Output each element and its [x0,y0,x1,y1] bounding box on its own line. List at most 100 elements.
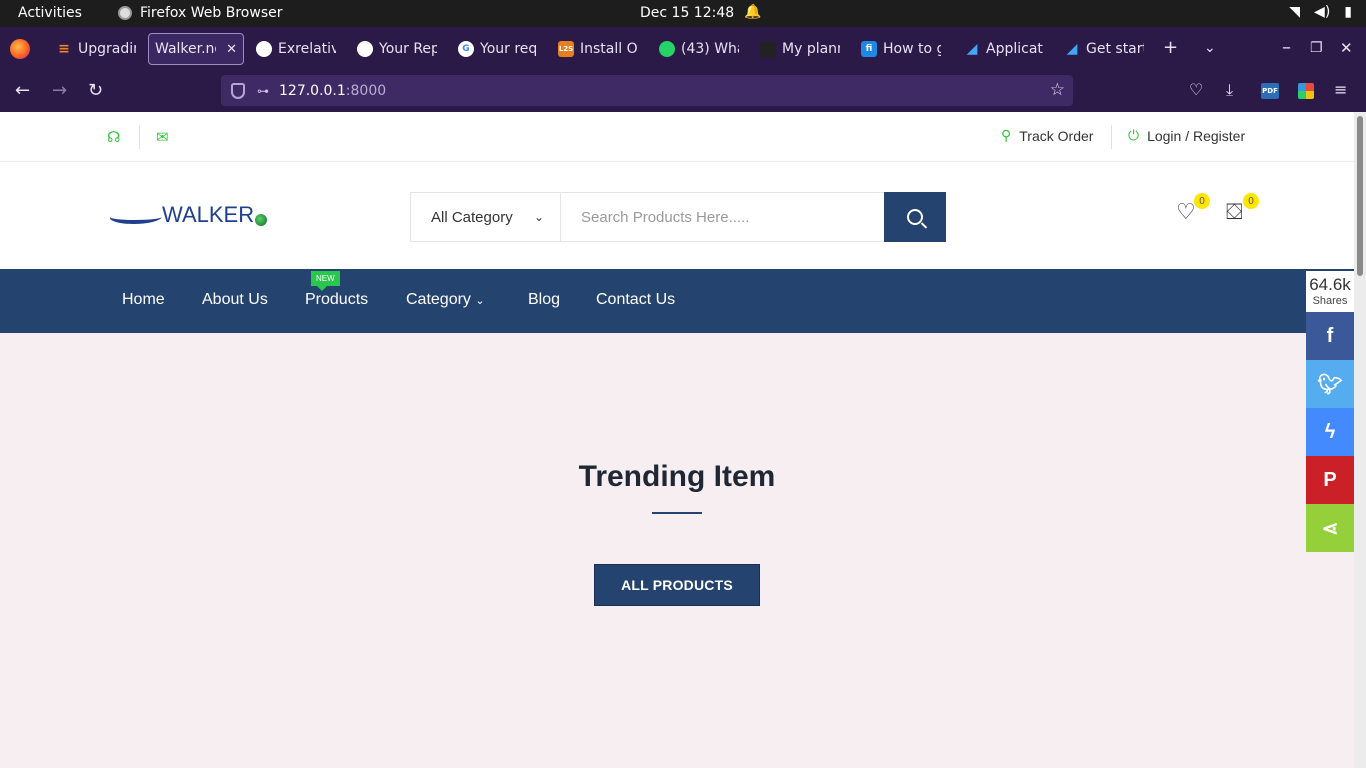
new-tab-icon[interactable]: + [1163,37,1178,58]
menu-contact-us[interactable]: Contact Us [596,291,675,309]
twitter-icon: 🐦︎ [1317,373,1343,396]
menu-about-us[interactable]: About Us [202,291,268,309]
firefox-menu-icon[interactable] [10,39,30,59]
headset-icon[interactable]: ☊ [107,128,120,146]
tab-whatsapp[interactable]: (43) Wha [653,33,745,65]
activities-button[interactable]: Activities [18,5,82,21]
wifi-icon: ◥ [1289,4,1301,20]
divider [139,125,140,149]
search-icon [907,209,923,225]
location-pin-icon: ⚲ [1001,127,1012,143]
tab-install[interactable]: L2S Install Of [552,33,644,65]
sharethis-share-button[interactable]: ⋖ [1306,504,1354,552]
pinterest-share-button[interactable]: P [1306,456,1354,504]
tab-get-started[interactable]: ◢ Get start [1058,33,1150,65]
pinterest-icon: P [1323,468,1337,491]
tab-list-chevron-icon[interactable]: ⌄ [1204,40,1216,56]
close-tab-icon[interactable]: ✕ [226,42,237,57]
page-scrollbar[interactable] [1354,112,1366,768]
tab-my-planner[interactable]: My plann [754,33,846,65]
tab-upgrading[interactable]: ≡ Upgradin [50,33,142,65]
navigation-bar: ← → ↻ ⊶ 127.0.0.1 :8000 ☆ ♡ ⤓ ≡ [0,71,1366,201]
app-indicator[interactable]: Firefox Web Browser [118,5,283,21]
menu-products[interactable]: Products [305,291,368,309]
minimize-icon[interactable]: – [1282,37,1291,58]
share-count: 64.6k Shares [1306,271,1354,312]
reload-icon[interactable]: ↻ [88,80,103,101]
maximize-icon[interactable]: ❐ [1310,40,1323,56]
wishlist-heart-icon[interactable]: ♡ [1176,200,1196,225]
top-info-bar: ☊ ✉ ⚲ Track Order ⏻ Login / Register [0,112,1354,162]
messenger-share-button[interactable]: ϟ [1306,408,1354,456]
close-window-icon[interactable]: ✕ [1340,39,1353,57]
back-icon[interactable]: ← [15,80,30,101]
tab-walker[interactable]: Walker.ng ✕ [148,33,244,65]
clock[interactable]: Dec 15 12:48 [640,5,734,21]
pdf-extension-icon[interactable]: PDF [1261,83,1279,99]
menu-home[interactable]: Home [122,291,165,309]
planner-icon [760,41,776,57]
facebook-icon: f [1326,324,1334,347]
logo-swoosh-icon [110,204,162,226]
os-top-bar: Activities Firefox Web Browser Dec 15 12… [0,0,1366,27]
facebook-share-button[interactable]: f [1306,312,1354,360]
tab-your-req[interactable]: G Your req [452,33,544,65]
tab-bar: ≡ Upgradin Walker.ng ✕ Exrelativ Your Re… [0,27,1366,71]
downloads-icon[interactable]: ⤓ [1226,80,1233,100]
flutter-icon: ◢ [966,41,978,57]
forward-icon[interactable]: → [52,80,67,101]
menu-category[interactable]: Category ⌄ [406,291,485,309]
divider [1111,125,1112,149]
extension-icon[interactable] [1298,83,1314,99]
share-icon: ⋖ [1321,517,1339,540]
url-host: 127.0.0.1 [279,82,346,99]
track-order-link[interactable]: ⚲ Track Order [1001,127,1093,144]
category-select[interactable]: All Category ⌄ [411,193,561,241]
twitter-share-button[interactable]: 🐦︎ [1306,360,1354,408]
main-menu: Home About Us NEW Products Category ⌄ Bl… [0,269,1354,333]
search-button[interactable] [884,192,946,242]
whatsapp-icon [659,41,675,57]
firefox-app-icon [118,6,132,20]
google-icon: G [458,41,474,57]
system-tray[interactable]: ◥ ◀) ▮ [1289,4,1352,20]
github-icon [357,41,373,57]
search-input[interactable] [561,193,884,241]
site-logo[interactable]: WALKER [110,202,268,228]
fi-icon: fi [861,41,877,57]
chevron-down-icon: ⌄ [533,210,544,224]
tab-your-rep[interactable]: Your Rep [351,33,443,65]
battery-icon: ▮ [1344,4,1352,20]
volume-icon: ◀) [1314,4,1331,20]
menu-blog[interactable]: Blog [528,291,560,309]
url-port: :8000 [345,82,387,99]
tab-how-to[interactable]: fi How to g [855,33,947,65]
app-name: Firefox Web Browser [140,5,283,21]
wishlist-count-badge: 0 [1194,193,1210,209]
shield-icon[interactable] [231,82,245,99]
power-icon: ⏻ [1128,127,1140,143]
share-sidebar: 64.6k Shares f 🐦︎ ϟ P ⋖ [1306,271,1354,552]
tab-application[interactable]: ◢ Applicati [958,33,1050,65]
mail-icon[interactable]: ✉ [156,128,169,146]
cart-bag-icon[interactable]: ⛋ [1226,200,1243,225]
github-icon [256,41,272,57]
all-products-button[interactable]: ALL PRODUCTS [594,564,760,606]
stackoverflow-icon: ≡ [58,41,70,57]
pocket-icon[interactable]: ♡ [1189,80,1203,99]
bookmark-star-icon[interactable]: ☆ [1050,80,1065,100]
new-badge: NEW [311,271,340,291]
cart-count-badge: 0 [1243,193,1259,209]
login-register-link[interactable]: ⏻ Login / Register [1128,127,1245,144]
tab-exrelativ[interactable]: Exrelativ [250,33,342,65]
title-underline [652,512,702,514]
scrollbar-thumb[interactable] [1357,116,1363,276]
menu-icon[interactable]: ≡ [1334,80,1347,99]
web-page: ☊ ✉ ⚲ Track Order ⏻ Login / Register WAL… [0,112,1354,768]
permissions-icon[interactable]: ⊶ [257,84,269,98]
chevron-down-icon: ⌄ [475,295,485,307]
site-header: WALKER All Category ⌄ ♡ 0 ⛋ 0 [0,162,1354,269]
url-bar[interactable]: ⊶ 127.0.0.1 :8000 ☆ [221,75,1073,201]
section-title: Trending Item [578,460,776,493]
logo-globe-icon [255,214,268,226]
